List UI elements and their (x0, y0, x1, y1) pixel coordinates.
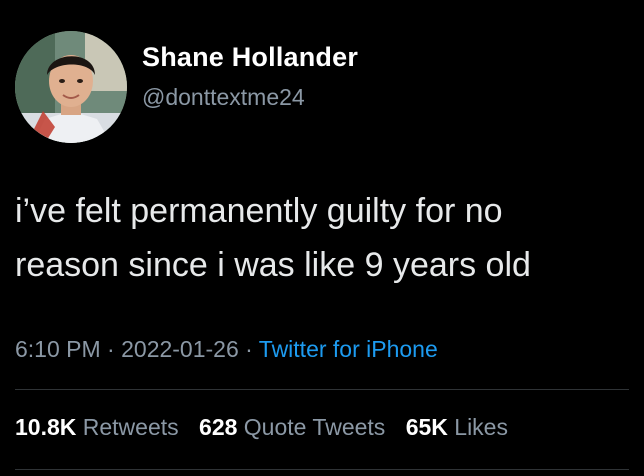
user-handle[interactable]: @donttextme24 (142, 84, 305, 111)
tweet-date[interactable]: 2022-01-26 (121, 336, 239, 362)
tweet-stats: 10.8K Retweets 628 Quote Tweets 65K Like… (15, 414, 522, 441)
tweet-time[interactable]: 6:10 PM (15, 336, 101, 362)
quote-tweets-label: Quote Tweets (243, 414, 386, 440)
retweets-count: 10.8K (15, 414, 77, 440)
tweet-meta: 6:10 PM · 2022-01-26 · Twitter for iPhon… (15, 336, 438, 363)
meta-separator: · (100, 336, 122, 362)
likes-label: Likes (454, 414, 508, 440)
retweets-stat[interactable]: 10.8K Retweets (15, 414, 179, 440)
quote-tweets-stat[interactable]: 628 Quote Tweets (199, 414, 385, 440)
retweets-label: Retweets (82, 414, 179, 440)
likes-count: 65K (405, 414, 448, 440)
tweet-source[interactable]: Twitter for iPhone (259, 336, 438, 362)
avatar[interactable] (15, 31, 127, 143)
quote-tweets-count: 628 (199, 414, 238, 440)
likes-stat[interactable]: 65K Likes (406, 414, 508, 440)
meta-separator: · (238, 336, 259, 362)
avatar-photo (15, 31, 127, 143)
tweet-text: i’ve felt permanently guilty for no reas… (15, 192, 531, 284)
divider (15, 469, 629, 470)
display-name[interactable]: Shane Hollander (142, 42, 358, 73)
divider (15, 389, 629, 390)
